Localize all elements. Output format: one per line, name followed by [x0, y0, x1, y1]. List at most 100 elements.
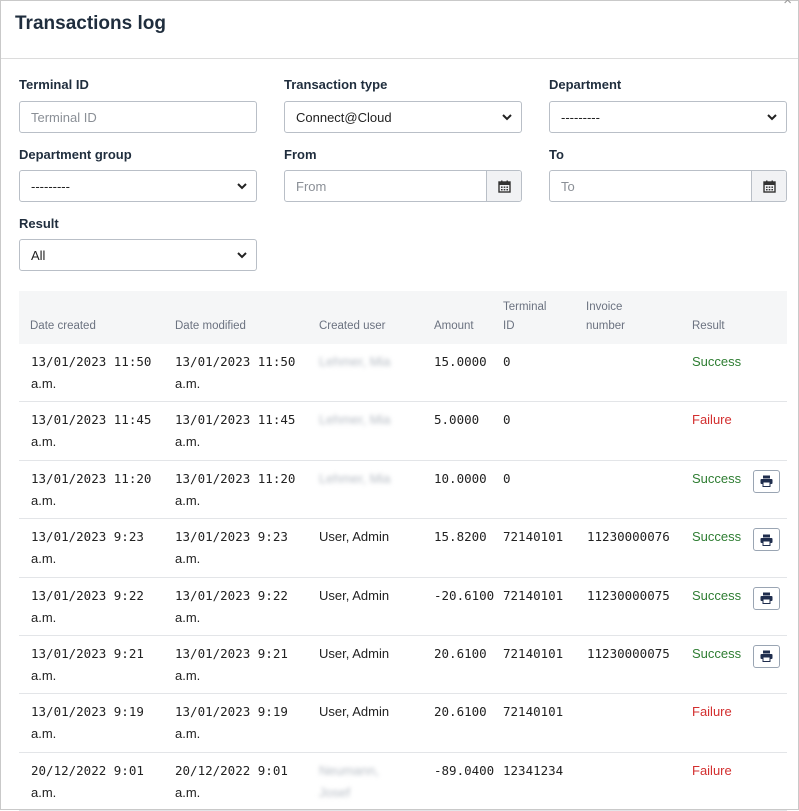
modal-header: Transactions log ×	[1, 0, 798, 59]
header-invoice-number-line1: Invoice	[586, 301, 623, 313]
cell-date-created: 20/12/2022 9:01 a.m.	[31, 762, 144, 800]
to-date-input[interactable]	[550, 171, 750, 201]
department-label: Department	[549, 77, 622, 92]
cell-result: Failure	[692, 412, 732, 428]
to-date-field	[549, 170, 787, 202]
cell-result: Success	[692, 587, 742, 603]
header-date-modified: Date modified	[175, 320, 246, 332]
chevron-down-icon	[767, 114, 777, 121]
chevron-down-icon	[237, 252, 247, 259]
cell-amount: 20.6100	[434, 645, 487, 661]
cell-created-user: Lehmer, Mia	[319, 412, 391, 428]
cell-terminal-id: 0	[503, 412, 511, 428]
transaction-type-select[interactable]: Connect@Cloud	[284, 101, 522, 133]
cell-invoice-number: 11230000075	[587, 587, 670, 603]
modal-title: Transactions log	[15, 13, 166, 34]
printer-icon	[760, 592, 773, 605]
cell-terminal-id: 72140101	[503, 587, 564, 603]
cell-terminal-id: 72140101	[503, 529, 564, 545]
department-select[interactable]: ---------	[549, 101, 787, 133]
cell-date-created: 13/01/2023 11:20 a.m.	[31, 470, 152, 508]
result-filter: Result All	[19, 216, 257, 276]
to-calendar-button[interactable]	[751, 171, 786, 201]
printer-icon	[760, 534, 773, 546]
table-row: 13/01/2023 9:21 a.m. 13/01/2023 9:21 a.m. Us…	[19, 636, 787, 695]
cell-created-user: Lehmer, Mia	[319, 354, 391, 369]
cell-invoice-number: 11230000076	[587, 529, 670, 545]
table-row: 13/01/2023 9:22 a.m. 13/01/2023 9:22 a.m. Us…	[19, 578, 787, 636]
header-terminal-id-line2: ID	[503, 320, 515, 332]
cell-amount: 15.0000	[434, 354, 487, 369]
cell-date-modified: 13/01/2023 11:50 a.m.	[175, 354, 296, 391]
transaction-type-value: Connect@Cloud	[296, 109, 392, 125]
header-amount: Amount	[434, 320, 474, 332]
header-created-user: Created user	[319, 320, 386, 332]
department-group-select[interactable]: ---------	[19, 170, 257, 202]
calendar-icon	[497, 180, 511, 193]
cell-date-created: 13/01/2023 9:23 a.m.	[31, 529, 144, 567]
close-icon[interactable]: ×	[783, 0, 792, 8]
cell-date-modified: 20/12/2022 9:01 a.m.	[175, 762, 288, 800]
result-select[interactable]: All	[19, 239, 257, 271]
transactions-log-modal: Transactions log × Terminal ID Transacti…	[0, 0, 799, 811]
cell-result: Success	[692, 354, 742, 369]
transactions-table: Date created Date modified Created user …	[19, 291, 787, 811]
cell-date-created: 13/01/2023 11:45 a.m.	[31, 412, 152, 450]
cell-terminal-id: 0	[503, 470, 511, 486]
cell-date-created: 13/01/2023 11:50 a.m.	[31, 354, 152, 391]
cell-amount: 5.0000	[434, 412, 480, 428]
cell-created-user: Neumann, Josef	[319, 762, 379, 800]
cell-date-modified: 13/01/2023 11:45 a.m.	[175, 412, 296, 450]
cell-date-modified: 13/01/2023 9:21 a.m.	[175, 645, 288, 683]
header-date-created: Date created	[30, 320, 96, 332]
cell-created-user: User, Admin	[319, 529, 390, 545]
print-receipt-button[interactable]	[753, 644, 780, 668]
cell-date-created: 13/01/2023 9:21 a.m.	[31, 645, 144, 683]
cell-amount: -89.0400	[434, 762, 495, 778]
terminal-id-label: Terminal ID	[19, 77, 89, 92]
cell-result: Success	[692, 529, 742, 545]
cell-result: Success	[692, 645, 742, 661]
cell-result: Failure	[692, 704, 732, 720]
cell-date-modified: 13/01/2023 9:22 a.m.	[175, 587, 288, 625]
department-value: ---------	[561, 109, 600, 125]
cell-amount: -20.6100	[434, 587, 495, 603]
table-row: 13/01/2023 11:45 a.m. 13/01/2023 11:45 a.m.…	[19, 402, 787, 461]
from-calendar-button[interactable]	[486, 171, 521, 201]
cell-invoice-number: 11230000075	[587, 645, 670, 661]
cell-amount: 10.0000	[434, 470, 487, 486]
printer-icon	[760, 475, 773, 488]
result-value: All	[31, 247, 46, 263]
calendar-icon	[762, 180, 776, 193]
printer-icon	[760, 650, 773, 663]
department-group-value: ---------	[31, 178, 70, 194]
cell-amount: 15.8200	[434, 529, 487, 545]
cell-terminal-id: 12341234	[503, 762, 564, 778]
transaction-type-label: Transaction type	[284, 77, 388, 92]
print-receipt-button[interactable]	[753, 469, 780, 493]
cell-result: Success	[692, 470, 742, 486]
table-body: 13/01/2023 11:50 a.m. 13/01/2023 11:50 a.m.…	[19, 344, 787, 811]
cell-created-user: User, Admin	[319, 704, 390, 720]
print-receipt-button[interactable]	[753, 586, 780, 610]
table-row: 13/01/2023 11:20 a.m. 13/01/2023 11:20 a.m.…	[19, 461, 787, 520]
terminal-id-filter: Terminal ID	[19, 77, 257, 137]
cell-date-created: 13/01/2023 9:22 a.m.	[31, 587, 144, 625]
table-row: 13/01/2023 11:50 a.m. 13/01/2023 11:50 a.m.…	[19, 344, 787, 403]
cell-date-modified: 13/01/2023 9:19 a.m.	[175, 704, 288, 742]
department-group-filter: Department group ---------	[19, 147, 257, 207]
cell-terminal-id: 72140101	[503, 704, 564, 720]
department-group-label: Department group	[19, 147, 132, 162]
header-invoice-number-line2: number	[586, 320, 625, 332]
cell-date-modified: 13/01/2023 11:20 a.m.	[175, 470, 296, 508]
table-row: 20/12/2022 9:01 a.m. 20/12/2022 9:01 a.m. Ne…	[19, 753, 787, 811]
cell-created-user: Lehmer, Mia	[319, 470, 391, 486]
to-date-filter: To	[549, 147, 787, 207]
transaction-type-filter: Transaction type Connect@Cloud	[284, 77, 522, 137]
cell-date-modified: 13/01/2023 9:23 a.m.	[175, 529, 288, 567]
terminal-id-input[interactable]	[19, 101, 257, 133]
to-label: To	[549, 147, 564, 162]
from-date-input[interactable]	[285, 171, 485, 201]
from-date-field	[284, 170, 522, 202]
print-receipt-button[interactable]	[753, 528, 780, 552]
